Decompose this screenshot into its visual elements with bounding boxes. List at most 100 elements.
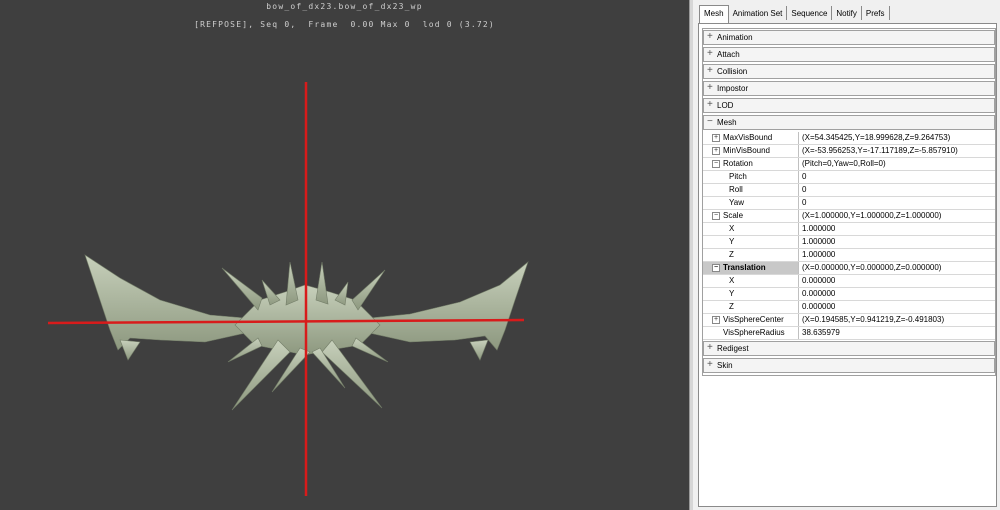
collapse-icon[interactable]: − (712, 212, 720, 220)
property-name-cell: + MaxVisBound (703, 132, 799, 144)
property-value[interactable]: (X=0.194585,Y=0.941219,Z=-0.491803) (802, 314, 993, 326)
property-name-cell: − Scale (703, 210, 799, 222)
property-name: MaxVisBound (723, 133, 773, 142)
property-name-cell: Y (703, 236, 799, 248)
property-name: Z (729, 250, 734, 259)
expand-icon[interactable]: + (712, 134, 720, 142)
tab-mesh[interactable]: Mesh (699, 5, 729, 23)
expand-icon[interactable]: + (707, 342, 715, 354)
expand-icon[interactable]: + (707, 82, 715, 94)
property-row[interactable]: Y 0.000000 (703, 288, 995, 301)
property-row[interactable]: + MaxVisBound (X=54.345425,Y=18.999628,Z=9… (703, 132, 995, 145)
property-name-cell: X (703, 223, 799, 235)
property-name-cell: Yaw (703, 197, 799, 209)
property-value[interactable]: 0 (802, 197, 993, 209)
property-name-cell: + VisSphereCenter (703, 314, 799, 326)
property-row[interactable]: Roll 0 (703, 184, 995, 197)
category-attach[interactable]: + Attach (703, 47, 995, 62)
property-value[interactable]: (X=1.000000,Y=1.000000,Z=1.000000) (802, 210, 993, 222)
property-value[interactable]: 1.000000 (802, 249, 993, 261)
property-name: Scale (723, 211, 744, 220)
tab-content: + Animation + Attach + Collision + Impostor + LOD… (698, 23, 997, 507)
property-row[interactable]: VisSphereRadius 38.635979 (703, 327, 995, 340)
category-mesh[interactable]: − Mesh (703, 115, 995, 130)
tab-animation-set[interactable]: Animation Set (728, 6, 788, 20)
property-name-cell: Pitch (703, 171, 799, 183)
property-value[interactable]: 38.635979 (802, 327, 993, 339)
expand-icon[interactable]: + (707, 48, 715, 60)
tab-prefs[interactable]: Prefs (861, 6, 890, 20)
category-label: Mesh (717, 118, 737, 127)
property-row[interactable]: Yaw 0 (703, 197, 995, 210)
property-value[interactable]: (X=-53.956253,Y=-17.117189,Z=-5.857910) (802, 145, 993, 157)
property-row[interactable]: + VisSphereCenter (X=0.194585,Y=0.941219,Z… (703, 314, 995, 327)
properties-panel: Mesh Animation Set Sequence Notify Prefs… (693, 0, 1000, 510)
property-value[interactable]: (X=54.345425,Y=18.999628,Z=9.264753) (802, 132, 993, 144)
collapse-icon[interactable]: − (712, 160, 720, 168)
category-lod[interactable]: + LOD (703, 98, 995, 113)
property-value[interactable]: 0 (802, 184, 993, 196)
property-row[interactable]: − Translation (X=0.000000,Y=0.000000,Z=0.0… (703, 262, 995, 275)
property-name: Yaw (729, 198, 744, 207)
property-name-cell: Z (703, 249, 799, 261)
property-name-cell: Z (703, 301, 799, 313)
expand-icon[interactable]: + (707, 31, 715, 43)
property-row[interactable]: Z 1.000000 (703, 249, 995, 262)
category-label: LOD (717, 101, 734, 110)
category-label: Redigest (717, 344, 749, 353)
property-name-cell: Y (703, 288, 799, 300)
category-label: Attach (717, 50, 740, 59)
tab-bar: Mesh Animation Set Sequence Notify Prefs (699, 5, 890, 23)
property-name: Translation (723, 263, 766, 272)
category-skin[interactable]: + Skin (703, 358, 995, 373)
property-name: MinVisBound (723, 146, 770, 155)
category-label: Collision (717, 67, 748, 76)
expand-icon[interactable]: + (707, 99, 715, 111)
collapse-icon[interactable]: − (712, 264, 720, 272)
3d-viewport[interactable]: bow_of_dx23.bow_of_dx23_wp [REFPOSE], Se… (0, 0, 689, 510)
viewport-status: [REFPOSE], Seq 0, Frame 0.00 Max 0 lod 0… (194, 20, 495, 29)
property-row[interactable]: Z 0.000000 (703, 301, 995, 314)
category-impostor[interactable]: + Impostor (703, 81, 995, 96)
property-value[interactable]: 0.000000 (802, 301, 993, 313)
expand-icon[interactable]: + (707, 65, 715, 77)
mesh-title: bow_of_dx23.bow_of_dx23_wp (266, 2, 423, 11)
property-grid[interactable]: + Animation + Attach + Collision + Impostor + LOD… (702, 28, 996, 376)
property-name: Roll (729, 185, 743, 194)
property-name-cell: − Translation (703, 262, 799, 274)
property-name-cell: X (703, 275, 799, 287)
category-collision[interactable]: + Collision (703, 64, 995, 79)
property-row[interactable]: − Scale (X=1.000000,Y=1.000000,Z=1.000000) (703, 210, 995, 223)
property-row[interactable]: Y 1.000000 (703, 236, 995, 249)
expand-icon[interactable]: + (712, 316, 720, 324)
collapse-icon[interactable]: − (707, 116, 715, 128)
property-row[interactable]: + MinVisBound (X=-53.956253,Y=-17.117189,Z… (703, 145, 995, 158)
expand-icon[interactable]: + (707, 359, 715, 371)
property-row[interactable]: − Rotation (Pitch=0,Yaw=0,Roll=0) (703, 158, 995, 171)
property-row[interactable]: Pitch 0 (703, 171, 995, 184)
property-name: VisSphereRadius (723, 328, 785, 337)
property-row[interactable]: X 0.000000 (703, 275, 995, 288)
category-redigest[interactable]: + Redigest (703, 341, 995, 356)
category-animation[interactable]: + Animation (703, 30, 995, 45)
property-name: Y (729, 289, 735, 298)
category-label: Skin (717, 361, 733, 370)
tab-sequence[interactable]: Sequence (787, 6, 833, 20)
category-label: Impostor (717, 84, 749, 93)
property-name: VisSphereCenter (723, 315, 784, 324)
property-value[interactable]: 1.000000 (802, 236, 993, 248)
expand-icon[interactable]: + (712, 147, 720, 155)
property-row[interactable]: X 1.000000 (703, 223, 995, 236)
mesh-preview (47, 82, 529, 496)
property-value[interactable]: 0.000000 (802, 275, 993, 287)
property-name-cell: − Rotation (703, 158, 799, 170)
property-value[interactable]: 0.000000 (802, 288, 993, 300)
property-value[interactable]: (X=0.000000,Y=0.000000,Z=0.000000) (802, 262, 993, 274)
property-name-cell: + MinVisBound (703, 145, 799, 157)
tab-notify[interactable]: Notify (832, 6, 862, 20)
property-value[interactable]: 1.000000 (802, 223, 993, 235)
property-value[interactable]: (Pitch=0,Yaw=0,Roll=0) (802, 158, 993, 170)
property-name: X (729, 276, 735, 285)
property-name-cell: Roll (703, 184, 799, 196)
property-value[interactable]: 0 (802, 171, 993, 183)
